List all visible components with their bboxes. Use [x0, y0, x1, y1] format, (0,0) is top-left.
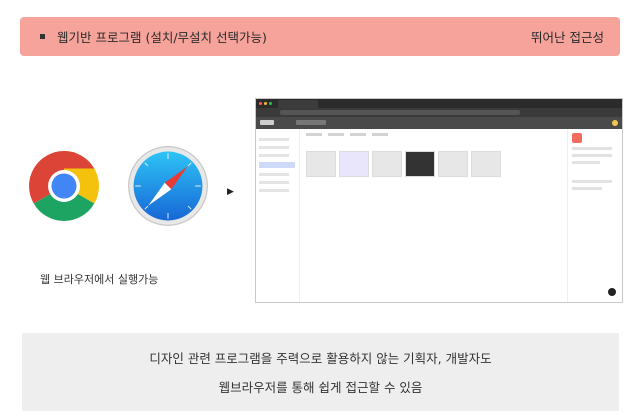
info-line-1: 디자인 관련 프로그램을 주력으로 활용하지 않는 기획자, 개발자도: [149, 351, 492, 366]
browser-caption: 웹 브라우저에서 실행가능: [40, 273, 159, 286]
banner-tag: 뛰어난 접근성: [531, 30, 604, 45]
chrome-icon: [29, 151, 99, 221]
feature-banner: 웹기반 프로그램 (설치/무설치 선택가능) 뛰어난 접근성: [20, 17, 620, 56]
app-sidebar: [256, 129, 300, 302]
app-header: [256, 117, 622, 129]
app-canvas: [300, 129, 567, 302]
safari-icon: [128, 146, 208, 226]
arrow-right-icon: ▶: [227, 187, 234, 197]
browser-tabbar: [256, 99, 622, 108]
app-right-panel: [567, 129, 622, 302]
help-icon: [608, 288, 616, 296]
banner-title: 웹기반 프로그램 (설치/무설치 선택가능): [57, 30, 267, 45]
browser-urlbar: [256, 108, 622, 117]
bullet-icon: [40, 34, 45, 39]
info-box: 디자인 관련 프로그램을 주력으로 활용하지 않는 기획자, 개발자도 웹브라우…: [22, 333, 619, 411]
info-line-2: 웹브라우저를 통해 쉽게 접근할 수 있음: [218, 380, 423, 395]
banner-left: 웹기반 프로그램 (설치/무설치 선택가능): [40, 27, 267, 46]
app-screenshot: [255, 98, 623, 303]
